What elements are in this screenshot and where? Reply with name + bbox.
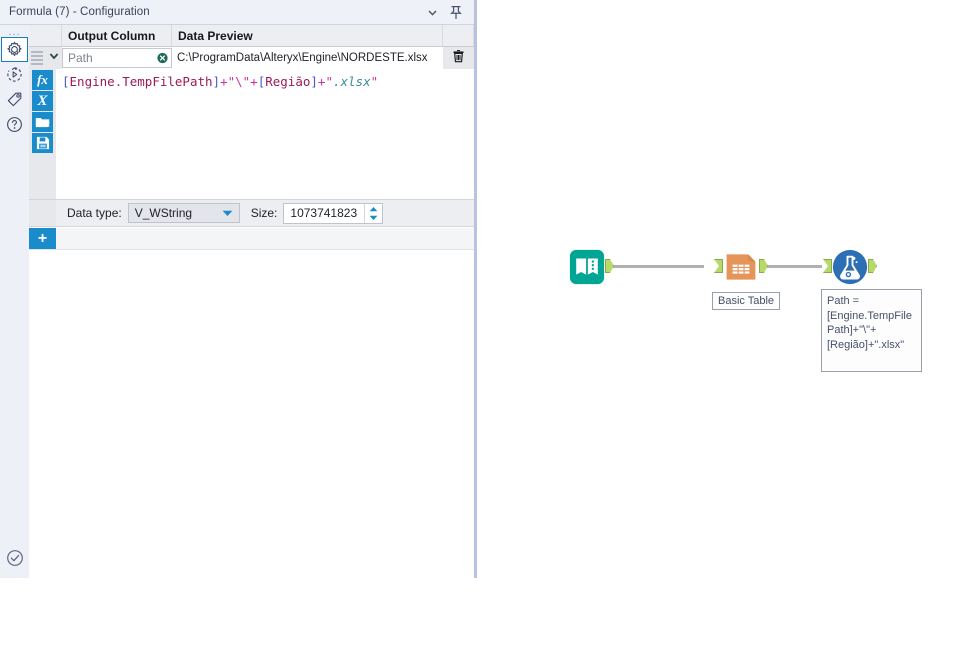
chevron-down-icon [48,49,60,67]
tag-icon [6,91,23,108]
formula-token: ] [310,74,318,89]
connection-wire[interactable] [767,265,822,268]
formula-toolbar: fx X [29,69,56,199]
formula-tool[interactable] [823,249,877,290]
chevron-down-icon [216,206,233,220]
rail-item-configuration[interactable] [1,37,28,62]
panel-empty-area [29,250,474,578]
table-row: Path C:\ProgramData\Alteryx\Engine\NORDE… [29,47,474,69]
annotation-line: Path = [827,295,860,307]
help-icon [6,116,23,133]
rail-item-annotation[interactable] [0,87,29,112]
data-preview-value: C:\ProgramData\Alteryx\Engine\NORDESTE.x… [177,52,428,64]
formula-token: + [220,74,228,89]
basic-table-tool[interactable]: Basic Table [712,249,781,310]
formula-token: ] [212,74,221,89]
book-icon [569,249,605,285]
page-title: Formula (7) - Configuration [9,6,150,18]
gear-icon [6,41,23,58]
clear-circle-icon[interactable] [157,52,168,64]
rail-item-run[interactable] [0,62,29,87]
datatype-select[interactable]: V_WString [127,203,240,223]
rail-item-help[interactable] [0,112,29,137]
input-anchor[interactable] [714,259,723,273]
connection-wire[interactable] [610,265,704,268]
formula-token: Região [265,74,311,89]
output-column-value: Path [68,51,93,65]
datatype-value: V_WString [134,206,193,220]
flask-icon [832,249,868,285]
column-header-output-column: Output Column [62,25,172,46]
column-header-actions [443,25,474,46]
panel-icon-rail: ... [0,25,29,578]
datatype-row: Data type: V_WString Size: 1073741823 [29,199,474,227]
grid-header-spacer [29,25,62,46]
panel-content: Output Column Data Preview Path C:\Progr… [29,25,474,578]
table-icon [726,254,756,280]
formula-token: .xlsx [332,74,371,89]
output-column-input[interactable]: Path [62,48,172,68]
panel-titlebar: Formula (7) - Configuration [0,0,474,25]
grid-header: Output Column Data Preview [29,25,474,47]
datatype-label: Data type: [67,206,122,220]
size-stepper[interactable] [364,203,383,223]
rail-item-valid[interactable] [0,549,29,572]
titlebar-actions [421,2,474,22]
rail-overflow-dots[interactable]: ... [0,25,29,38]
row-expand-chevron[interactable] [45,47,62,69]
formula-token: [ [62,74,70,89]
add-column-button[interactable]: + [29,228,56,249]
formula-token: Engine [69,74,115,89]
size-label: Size: [250,206,278,220]
datatype-gutter [29,200,56,226]
output-anchor[interactable] [605,259,614,273]
chevron-down-icon[interactable] [421,2,443,22]
trash-icon [452,49,465,68]
annotation-line: Path]+"\"+ [827,324,877,336]
node-label: Basic Table [712,292,781,310]
variable-icon[interactable]: X [32,91,53,111]
formula-token: " [370,74,379,89]
delete-row-button[interactable] [443,47,474,69]
configuration-panel: Formula (7) - Configuration ... Output C… [0,0,477,578]
formula-token: TempFilePath [122,74,213,89]
formula-token: "\" [227,74,251,89]
app-root: Formula (7) - Configuration ... Output C… [0,0,978,660]
formula-expression-editor[interactable]: [Engine.TempFilePath]+"\"+[Região]+".xls… [56,69,474,199]
folder-open-icon[interactable] [32,112,53,132]
fx-icon[interactable]: fx [32,70,53,90]
size-input[interactable]: 1073741823 [283,202,384,224]
output-anchor[interactable] [868,259,877,273]
annotation-line: [Região]+".xlsx" [827,338,905,351]
formula-area: fx X [Engine.TempFilePath]+"\"+[Região]+… [29,69,474,199]
save-icon[interactable] [32,133,53,153]
formula-token: + [250,74,258,89]
formula-token: " [325,74,333,89]
pin-icon[interactable] [445,2,467,22]
formula-annotation[interactable]: Path = [Engine.TempFile Path]+"\"+ [Regi… [821,289,922,372]
check-circle-icon [6,549,24,572]
formula-expression-text: [Engine.TempFilePath]+"\"+[Região]+".xls… [62,74,378,89]
size-value: 1073741823 [290,206,358,220]
annotation-line: [Engine.TempFile [827,309,912,322]
directory-tool[interactable] [569,249,614,290]
workflow-canvas[interactable]: Basic Table Path = [Engine.TempFile Path… [477,0,978,660]
add-row-bar: + [29,228,474,250]
run-arrow-icon [6,66,23,83]
drag-handle[interactable] [29,47,45,69]
input-anchor[interactable] [823,259,832,273]
output-anchor[interactable] [759,259,768,273]
column-header-data-preview: Data Preview [172,25,443,46]
